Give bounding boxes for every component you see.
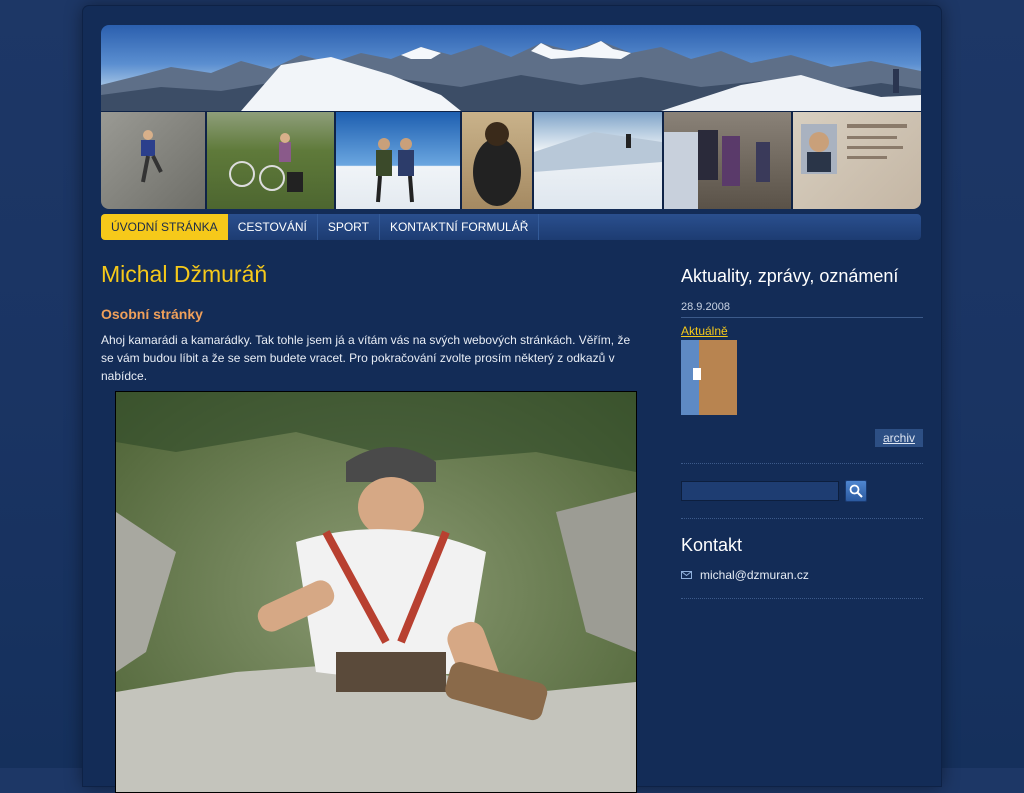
cycling-photo-thumb bbox=[207, 112, 334, 209]
dog-photo-thumb bbox=[462, 112, 532, 209]
contact-email-row: michal@dzmuran.cz bbox=[681, 568, 923, 582]
id-card-photo-thumb bbox=[793, 112, 921, 209]
mountain-panorama-image bbox=[101, 25, 921, 111]
envelope-icon bbox=[681, 571, 692, 579]
main-content: Michal Džmuráň Osobní stránky Ahoj kamar… bbox=[101, 261, 641, 793]
divider bbox=[681, 598, 923, 599]
news-thumbnail[interactable] bbox=[681, 340, 737, 415]
search-button[interactable] bbox=[845, 480, 867, 502]
photo-strip bbox=[101, 112, 921, 209]
main-navigation: Úvodní stránka Cestování Sport Kontaktní… bbox=[101, 214, 921, 240]
nav-item-travel[interactable]: Cestování bbox=[228, 214, 318, 240]
nav-item-contact-form[interactable]: Kontaktní formulář bbox=[380, 214, 540, 240]
sidebar: Aktuality, zprávy, oznámení 28.9.2008 Ak… bbox=[681, 266, 923, 615]
news-item-link[interactable]: Aktuálně bbox=[681, 324, 923, 338]
page-container: Úvodní stránka Cestování Sport Kontaktní… bbox=[83, 6, 941, 793]
nav-item-home[interactable]: Úvodní stránka bbox=[101, 214, 228, 240]
archive-link[interactable]: archiv bbox=[874, 429, 923, 447]
header-banner bbox=[101, 25, 921, 209]
nav-item-sport[interactable]: Sport bbox=[318, 214, 380, 240]
news-date: 28.9.2008 bbox=[681, 301, 923, 318]
search-input[interactable] bbox=[681, 481, 839, 501]
page-subtitle: Osobní stránky bbox=[101, 306, 203, 322]
news-heading: Aktuality, zprávy, oznámení bbox=[681, 266, 899, 286]
climber-main-photo bbox=[115, 391, 637, 793]
intro-text: Ahoj kamarádi a kamarádky. Tak tohle jse… bbox=[101, 333, 631, 383]
snow-slope-photo-thumb bbox=[534, 112, 662, 209]
divider bbox=[681, 518, 923, 519]
climbing-photo-thumb bbox=[101, 112, 205, 209]
page-title: Michal Džmuráň bbox=[101, 261, 268, 287]
contact-heading: Kontakt bbox=[681, 535, 743, 555]
contact-email[interactable]: michal@dzmuran.cz bbox=[700, 568, 809, 582]
search-icon bbox=[849, 484, 863, 498]
race-photo-thumb bbox=[664, 112, 791, 209]
search-form bbox=[681, 480, 923, 502]
summit-photo-thumb bbox=[336, 112, 460, 209]
divider bbox=[681, 463, 923, 464]
